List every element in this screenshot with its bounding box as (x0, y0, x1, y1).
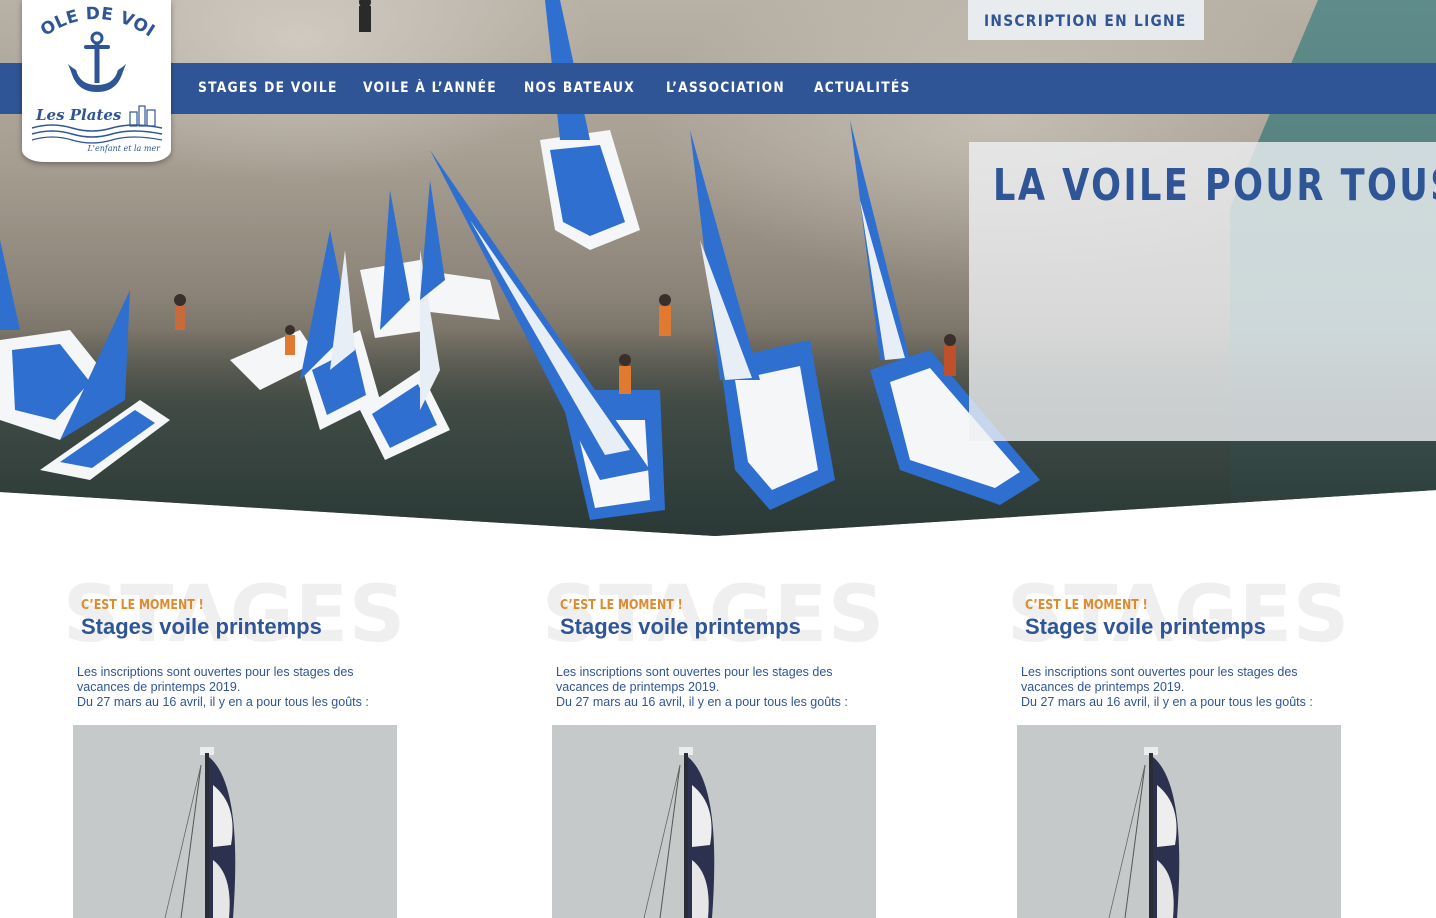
sailboat-photo (1017, 725, 1341, 918)
card-title[interactable]: Stages voile printemps (81, 614, 322, 640)
inscription-en-ligne-button[interactable]: INSCRIPTION EN LIGNE (968, 0, 1204, 40)
main-nav: STAGES DE VOILE VOILE À L’ANNÉE NOS BATE… (0, 63, 1436, 114)
card-description: Les inscriptions sont ouvertes pour les … (77, 665, 417, 710)
nav-item-l-association[interactable]: L’ASSOCIATION (666, 63, 785, 114)
card-photo[interactable] (73, 725, 397, 918)
card-description-line: Les inscriptions sont ouvertes pour les … (556, 665, 833, 679)
sailboat-photo (552, 725, 876, 918)
nav-item-nos-bateaux[interactable]: NOS BATEAUX (524, 63, 635, 114)
news-card: STAGES C’EST LE MOMENT ! Stages voile pr… (542, 570, 912, 918)
inscription-label: INSCRIPTION EN LIGNE (984, 10, 1187, 30)
anchor-icon (68, 31, 126, 92)
svg-text:ÉCOLE DE VOILE: ÉCOLE DE VOILE (22, 0, 158, 42)
card-photo[interactable] (1017, 725, 1341, 918)
nav-item-voile-a-l-annee[interactable]: VOILE À L’ANNÉE (363, 63, 497, 114)
card-description-line: Les inscriptions sont ouvertes pour les … (1021, 665, 1298, 679)
logo-top-text: ÉCOLE DE VOILE (16, 0, 158, 42)
site-logo[interactable]: ÉCOLE DE VOILE Les Plates L'enfant et la… (16, 0, 171, 162)
card-description: Les inscriptions sont ouvertes pour les … (1021, 665, 1361, 710)
news-card: STAGES C’EST LE MOMENT ! Stages voile pr… (63, 570, 433, 918)
card-description-line: Du 27 mars au 16 avril, il y en a pour t… (77, 695, 369, 709)
card-kicker: C’EST LE MOMENT ! (81, 598, 204, 613)
sailboat-photo (73, 725, 397, 918)
nav-item-stages-de-voile[interactable]: STAGES DE VOILE (198, 63, 338, 114)
card-description-line: Les inscriptions sont ouvertes pour les … (77, 665, 354, 679)
news-card: STAGES C’EST LE MOMENT ! Stages voile pr… (1007, 570, 1377, 918)
card-description-line: vacances de printemps 2019. (556, 680, 720, 694)
logo-graphic: ÉCOLE DE VOILE Les Plates L'enfant et la… (16, 0, 163, 153)
card-title[interactable]: Stages voile printemps (1025, 614, 1266, 640)
card-kicker: C’EST LE MOMENT ! (560, 598, 683, 613)
hero-panel: LA VOILE POUR TOUS (969, 142, 1436, 441)
card-description-line: Du 27 mars au 16 avril, il y en a pour t… (556, 695, 848, 709)
nav-item-actualites[interactable]: ACTUALITÉS (814, 63, 911, 114)
card-kicker: C’EST LE MOMENT ! (1025, 598, 1148, 613)
card-description-line: vacances de printemps 2019. (1021, 680, 1185, 694)
logo-name: Les Plates (35, 106, 122, 124)
logo-buildings (129, 105, 156, 127)
logo-tagline: L'enfant et la mer (86, 144, 161, 153)
card-description-line: vacances de printemps 2019. (77, 680, 241, 694)
card-photo[interactable] (552, 725, 876, 918)
card-description-line: Du 27 mars au 16 avril, il y en a pour t… (1021, 695, 1313, 709)
card-title[interactable]: Stages voile printemps (560, 614, 801, 640)
hero-title: LA VOILE POUR TOUS (993, 160, 1436, 211)
card-description: Les inscriptions sont ouvertes pour les … (556, 665, 896, 710)
